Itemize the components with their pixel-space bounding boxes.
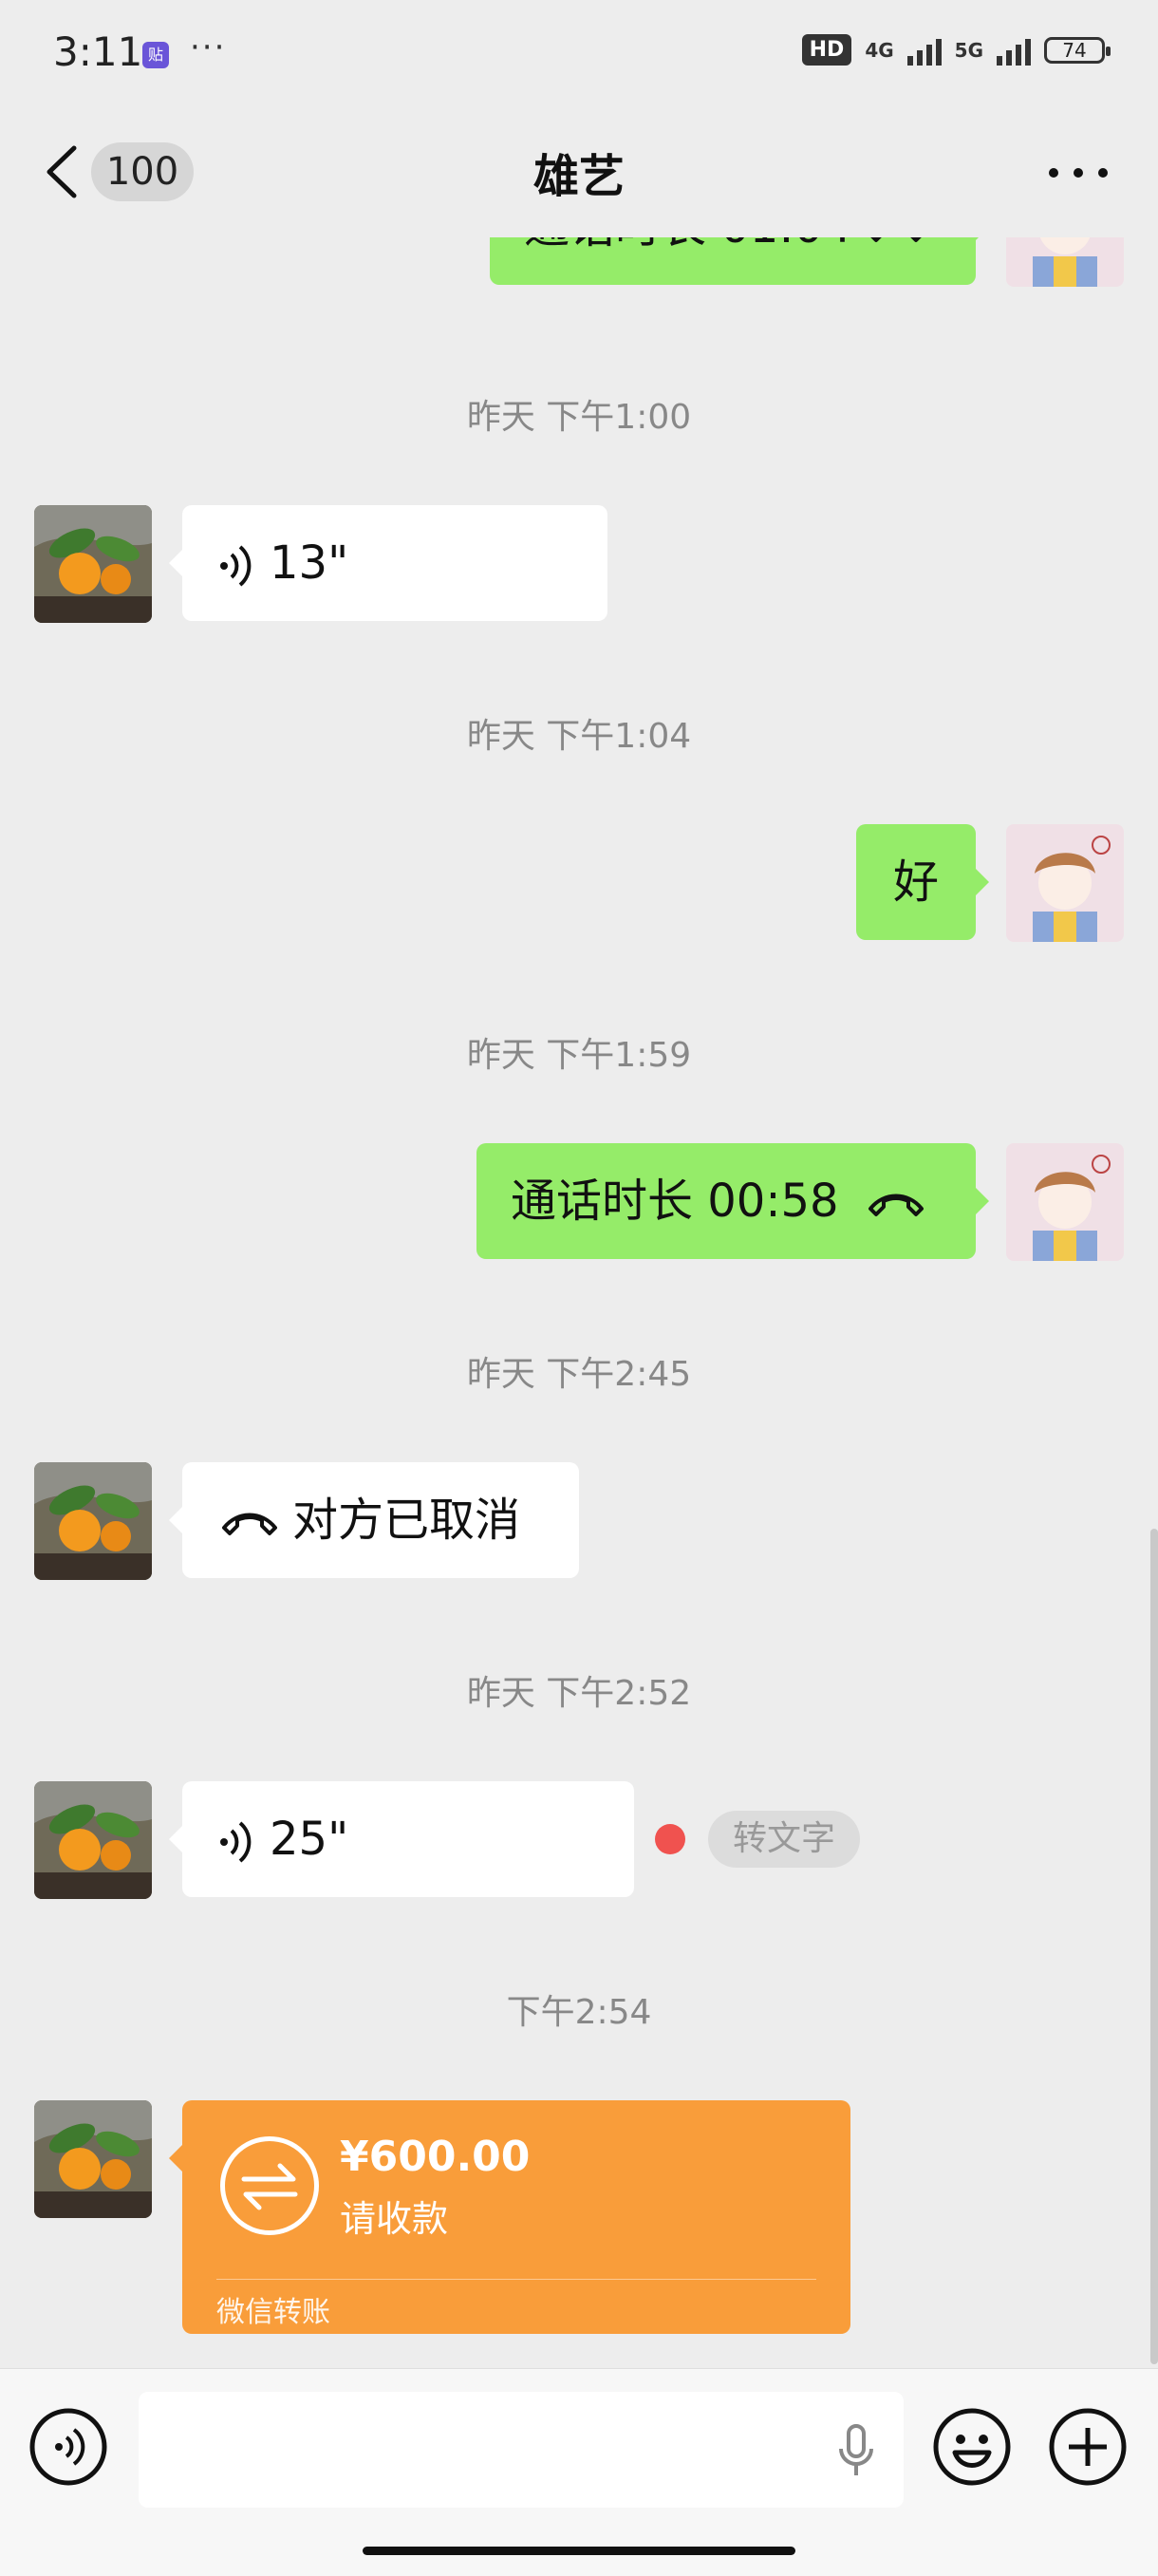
orange-fruit-avatar-icon — [34, 1462, 152, 1580]
network-4g-label: 4G — [865, 38, 894, 62]
voice-input-button[interactable] — [28, 2407, 108, 2487]
emoji-button[interactable] — [932, 2407, 1012, 2487]
unread-voice-dot — [655, 1824, 685, 1854]
contact-avatar[interactable] — [34, 1462, 152, 1580]
text-message-bubble[interactable]: 好 — [856, 824, 989, 940]
status-time: 3:11 — [53, 28, 143, 75]
voice-wave-icon — [220, 545, 252, 587]
self-avatar[interactable] — [1006, 237, 1124, 287]
transfer-footer: 微信转账 — [216, 2296, 330, 2329]
chat-title: 雄艺 — [532, 150, 625, 203]
phone-hangup-icon — [222, 1513, 277, 1535]
more-options-button[interactable] — [1040, 154, 1116, 192]
contact-avatar[interactable] — [34, 1781, 152, 1899]
orange-fruit-avatar-icon — [34, 2100, 152, 2218]
timestamp: 昨天 下午2:45 — [466, 1355, 692, 1394]
orange-fruit-avatar-icon — [34, 505, 152, 623]
voice-mode-icon — [29, 2408, 107, 2486]
app-notification-icon: 贴 — [142, 42, 169, 68]
more-functions-button[interactable] — [1048, 2407, 1128, 2487]
timestamp: 昨天 下午1:59 — [466, 1036, 692, 1075]
cartoon-boy-avatar-icon — [1006, 1143, 1124, 1261]
call-record-bubble[interactable]: 通话时长 01:04 — [490, 237, 989, 285]
voice-duration: 13" — [270, 536, 349, 590]
status-bar: 3:11 贴 ··· HD 4G 5G 74 — [0, 0, 1158, 114]
timestamp: 下午2:54 — [506, 1993, 652, 2032]
input-bar — [0, 2368, 1158, 2576]
battery-icon: 74 — [1044, 36, 1111, 64]
transfer-icon — [220, 2136, 319, 2235]
convert-to-text-button[interactable]: 转文字 — [708, 1811, 861, 1868]
call-status-text: 对方已取消 — [292, 1494, 521, 1547]
message-list[interactable]: 通话时长 01:04 昨天 下午1:00 13" 昨天 下午1:04 好 昨天 … — [0, 237, 1158, 2366]
cartoon-boy-avatar-icon — [1006, 824, 1124, 942]
microphone-icon[interactable] — [837, 2424, 875, 2477]
more-notifications-icon: ··· — [190, 28, 227, 66]
home-indicator[interactable] — [363, 2547, 795, 2555]
orange-fruit-avatar-icon — [34, 1781, 152, 1899]
call-duration-text: 通话时长 01:04 — [524, 237, 852, 254]
call-record-bubble[interactable]: 对方已取消 — [169, 1462, 579, 1578]
smiley-icon — [933, 2408, 1011, 2486]
scrollbar[interactable] — [1150, 1529, 1158, 2364]
call-record-bubble[interactable]: 通话时长 00:58 — [476, 1143, 989, 1259]
self-avatar[interactable] — [1006, 824, 1124, 942]
hd-voice-icon: HD — [801, 34, 852, 66]
chat-header: 100 雄艺 — [0, 114, 1158, 237]
phone-hangup-icon — [868, 1194, 924, 1216]
network-5g-label: 5G — [954, 38, 983, 62]
divider — [216, 2279, 816, 2280]
signal-icon — [997, 35, 1031, 66]
ellipsis-icon — [1049, 168, 1108, 178]
cartoon-boy-avatar-icon — [1006, 237, 1124, 287]
message-input-container[interactable] — [139, 2392, 904, 2510]
phone-hangup-icon — [870, 237, 922, 242]
message-input[interactable] — [161, 2392, 830, 2510]
status-indicators: HD 4G 5G 74 — [801, 34, 1111, 66]
voice-message-bubble[interactable]: 25" — [169, 1781, 634, 1897]
self-avatar[interactable] — [1006, 1143, 1124, 1261]
transfer-status: 请收款 — [340, 2198, 449, 2240]
timestamp: 昨天 下午2:52 — [466, 1674, 692, 1713]
call-duration-text: 通话时长 00:58 — [511, 1175, 839, 1228]
timestamp: 昨天 下午1:00 — [466, 398, 692, 437]
transfer-amount: ¥600.00 — [340, 2133, 531, 2181]
voice-message-bubble[interactable]: 13" — [169, 505, 607, 621]
voice-duration: 25" — [270, 1813, 349, 1866]
contact-avatar[interactable] — [34, 2100, 152, 2218]
transfer-card[interactable]: ¥600.00 请收款 微信转账 — [169, 2100, 850, 2334]
plus-circle-icon — [1049, 2408, 1127, 2486]
transfer-arrows-icon — [241, 2163, 298, 2210]
message-text: 好 — [892, 856, 939, 909]
signal-icon — [906, 35, 942, 66]
timestamp: 昨天 下午1:04 — [466, 717, 692, 756]
contact-avatar[interactable] — [34, 505, 152, 623]
voice-wave-icon — [220, 1821, 252, 1863]
